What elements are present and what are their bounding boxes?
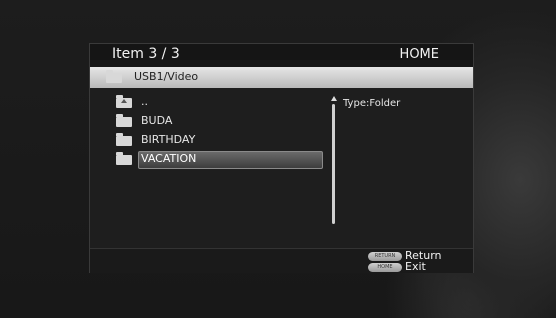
file-list: .. BUDA BIRTHDAY VACATION — [90, 88, 330, 248]
file-browser-panel: Item 3 / 3 HOME USB1/Video .. BUDA BIRTH… — [89, 43, 474, 273]
list-item-vacation[interactable]: VACATION — [112, 151, 323, 169]
scroll-thumb[interactable] — [332, 104, 335, 224]
list-item-birthday[interactable]: BIRTHDAY — [112, 132, 322, 149]
folder-up-icon — [116, 95, 132, 108]
item-counter: Item 3 / 3 — [112, 46, 180, 62]
list-item-label: VACATION — [141, 152, 197, 165]
exit-label: Exit — [405, 260, 426, 273]
list-item-parent[interactable]: .. — [112, 94, 322, 111]
current-path: USB1/Video — [134, 70, 199, 83]
footer-hints: RETURN Return HOME Exit — [90, 248, 473, 273]
scrollbar[interactable] — [331, 96, 337, 224]
item-type-info: Type:Folder — [343, 98, 401, 109]
folder-icon — [106, 70, 122, 83]
title-bar: Item 3 / 3 HOME — [90, 44, 473, 68]
scroll-up-icon[interactable] — [331, 96, 337, 101]
home-title: HOME — [399, 47, 439, 62]
list-item-label: BIRTHDAY — [141, 133, 196, 146]
return-key-icon: RETURN — [368, 252, 402, 261]
list-item-label: BUDA — [141, 114, 173, 127]
home-key-icon: HOME — [368, 263, 402, 272]
folder-icon — [116, 114, 132, 127]
folder-icon — [116, 152, 132, 165]
folder-icon — [116, 133, 132, 146]
breadcrumb: USB1/Video — [90, 67, 473, 88]
list-item-buda[interactable]: BUDA — [112, 113, 322, 130]
list-item-label: .. — [141, 95, 148, 108]
